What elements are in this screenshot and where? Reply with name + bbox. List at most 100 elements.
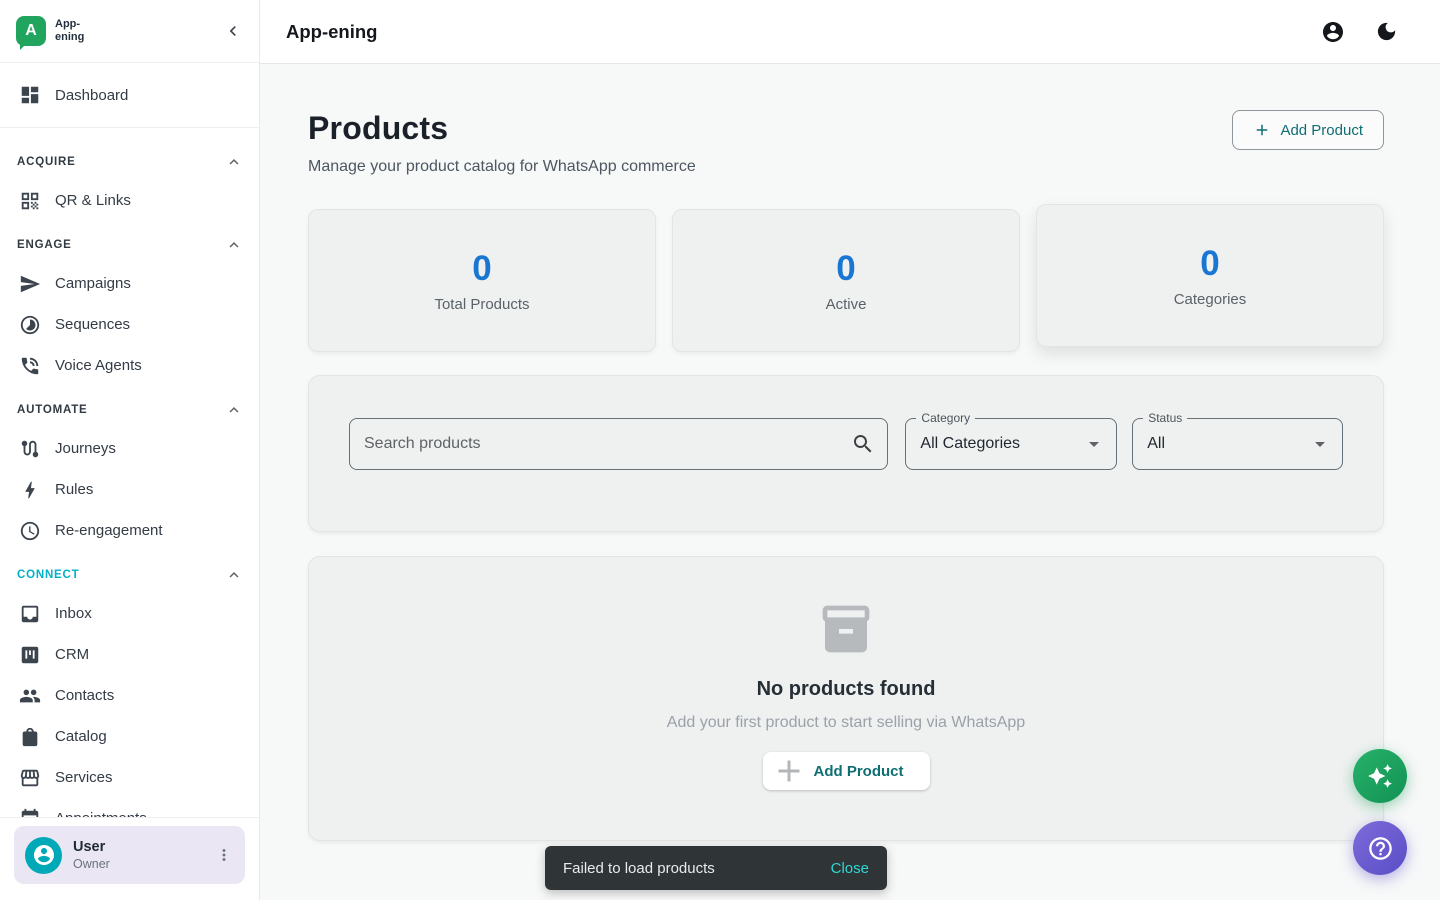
sidebar-item-label: Sequences <box>55 316 130 333</box>
sidebar-item-label: Dashboard <box>55 87 128 104</box>
empty-state-card: No products found Add your first product… <box>308 556 1384 841</box>
empty-state-title: No products found <box>757 678 936 701</box>
sidebar-footer: User Owner <box>0 817 259 900</box>
sidebar-item-rules[interactable]: Rules <box>0 469 259 510</box>
section-label: AUTOMATE <box>17 404 88 416</box>
section-header-engage[interactable]: ENGAGE <box>0 221 259 263</box>
sidebar-item-dashboard[interactable]: Dashboard <box>0 73 259 117</box>
user-meta: User Owner <box>73 839 211 871</box>
stat-value: 0 <box>1200 244 1219 284</box>
section-header-acquire[interactable]: ACQUIRE <box>0 138 259 180</box>
stat-card-total-products: 0 Total Products <box>308 209 656 352</box>
sidebar-item-label: Inbox <box>55 605 92 622</box>
section-label: ENGAGE <box>17 239 72 251</box>
help-fab[interactable] <box>1353 821 1407 875</box>
category-select[interactable]: Category All Categories <box>905 418 1117 470</box>
add-product-label: Add Product <box>1280 122 1363 139</box>
sidebar: A App- ening Dashboard ACQUIRE QR & Link… <box>0 0 260 900</box>
phone-in-talk-icon <box>19 355 41 377</box>
sidebar-item-inbox[interactable]: Inbox <box>0 593 259 634</box>
page-title: Products <box>308 110 696 147</box>
ai-assistant-fab[interactable] <box>1353 749 1407 803</box>
app-logo: A <box>16 16 46 46</box>
sidebar-item-sequences[interactable]: Sequences <box>0 304 259 345</box>
chevron-up-icon <box>225 401 243 419</box>
user-card[interactable]: User Owner <box>14 826 245 884</box>
user-menu-button[interactable] <box>211 842 237 868</box>
dots-vertical-icon <box>215 846 233 864</box>
sequence-icon <box>19 314 41 336</box>
storefront-icon <box>19 767 41 789</box>
sidebar-item-campaigns[interactable]: Campaigns <box>0 263 259 304</box>
sidebar-item-re-engagement[interactable]: Re-engagement <box>0 510 259 551</box>
sidebar-item-label: Contacts <box>55 687 114 704</box>
chevron-up-icon <box>225 153 243 171</box>
add-product-button[interactable]: Add Product <box>1232 110 1384 150</box>
caret-down-icon <box>1082 432 1106 456</box>
filters-card: Category All Categories Status All <box>308 375 1384 532</box>
sidebar-nav: Dashboard ACQUIRE QR & Links ENGAGE Camp… <box>0 63 259 817</box>
plus-icon <box>771 753 807 789</box>
clock-icon <box>19 520 41 542</box>
section-label: CONNECT <box>17 569 79 581</box>
search-icon <box>851 432 875 456</box>
section-header-automate[interactable]: AUTOMATE <box>0 386 259 428</box>
stat-label: Categories <box>1174 291 1247 308</box>
section-header-connect[interactable]: CONNECT <box>0 551 259 593</box>
sidebar-item-crm[interactable]: CRM <box>0 634 259 675</box>
toast-notification: Failed to load products Close <box>545 846 887 890</box>
sidebar-item-catalog[interactable]: Catalog <box>0 716 259 757</box>
sidebar-item-contacts[interactable]: Contacts <box>0 675 259 716</box>
stat-value: 0 <box>472 249 491 289</box>
sidebar-logo-row: A App- ening <box>0 0 259 63</box>
caret-down-icon <box>1308 432 1332 456</box>
empty-state-subtitle: Add your first product to start selling … <box>667 714 1025 732</box>
bolt-icon <box>19 479 41 501</box>
sidebar-collapse-button[interactable] <box>223 21 243 41</box>
sidebar-item-label: QR & Links <box>55 192 131 209</box>
plus-icon <box>1253 121 1271 139</box>
top-bar: App-ening <box>260 0 1440 64</box>
divider <box>0 127 259 128</box>
empty-state-add-product-button[interactable]: Add Product <box>763 752 930 790</box>
status-select[interactable]: Status All <box>1132 418 1343 470</box>
kanban-icon <box>19 644 41 666</box>
sidebar-item-journeys[interactable]: Journeys <box>0 428 259 469</box>
sidebar-item-services[interactable]: Services <box>0 757 259 798</box>
archive-box-icon <box>818 601 874 657</box>
search-products-field <box>349 418 888 470</box>
sidebar-item-qr-links[interactable]: QR & Links <box>0 180 259 221</box>
sidebar-item-voice-agents[interactable]: Voice Agents <box>0 345 259 386</box>
status-select-value: All <box>1147 435 1308 453</box>
chevron-up-icon <box>225 566 243 584</box>
account-circle-icon[interactable] <box>1321 20 1345 44</box>
dark-mode-moon-icon[interactable] <box>1375 20 1398 43</box>
sidebar-item-appointments[interactable]: Appointments <box>0 798 259 817</box>
search-input[interactable] <box>364 435 851 453</box>
page-subtitle: Manage your product catalog for WhatsApp… <box>308 158 696 176</box>
sidebar-item-label: Rules <box>55 481 93 498</box>
main-content: Products Manage your product catalog for… <box>260 64 1440 900</box>
inbox-icon <box>19 603 41 625</box>
sidebar-item-label: Appointments <box>55 810 147 817</box>
sidebar-item-label: Services <box>55 769 113 786</box>
toast-close-button[interactable]: Close <box>831 860 869 877</box>
category-select-label: Category <box>916 411 975 425</box>
page-header-text: Products Manage your product catalog for… <box>308 110 696 176</box>
avatar <box>25 837 62 874</box>
stat-card-active: 0 Active <box>672 209 1020 352</box>
status-select-label: Status <box>1143 411 1187 425</box>
stats-row: 0 Total Products 0 Active 0 Categories <box>308 209 1384 352</box>
stat-value: 0 <box>836 249 855 289</box>
page-header: Products Manage your product catalog for… <box>308 110 1384 176</box>
user-name: User <box>73 839 211 855</box>
stat-card-categories: 0 Categories <box>1036 204 1384 347</box>
toast-message: Failed to load products <box>563 860 831 877</box>
category-select-value: All Categories <box>920 435 1082 453</box>
section-label: ACQUIRE <box>17 156 76 168</box>
sparkles-icon <box>1367 763 1393 789</box>
qr-code-icon <box>19 190 41 212</box>
app-title: App-ening <box>286 21 377 43</box>
sidebar-item-label: Voice Agents <box>55 357 142 374</box>
sidebar-item-label: Campaigns <box>55 275 131 292</box>
